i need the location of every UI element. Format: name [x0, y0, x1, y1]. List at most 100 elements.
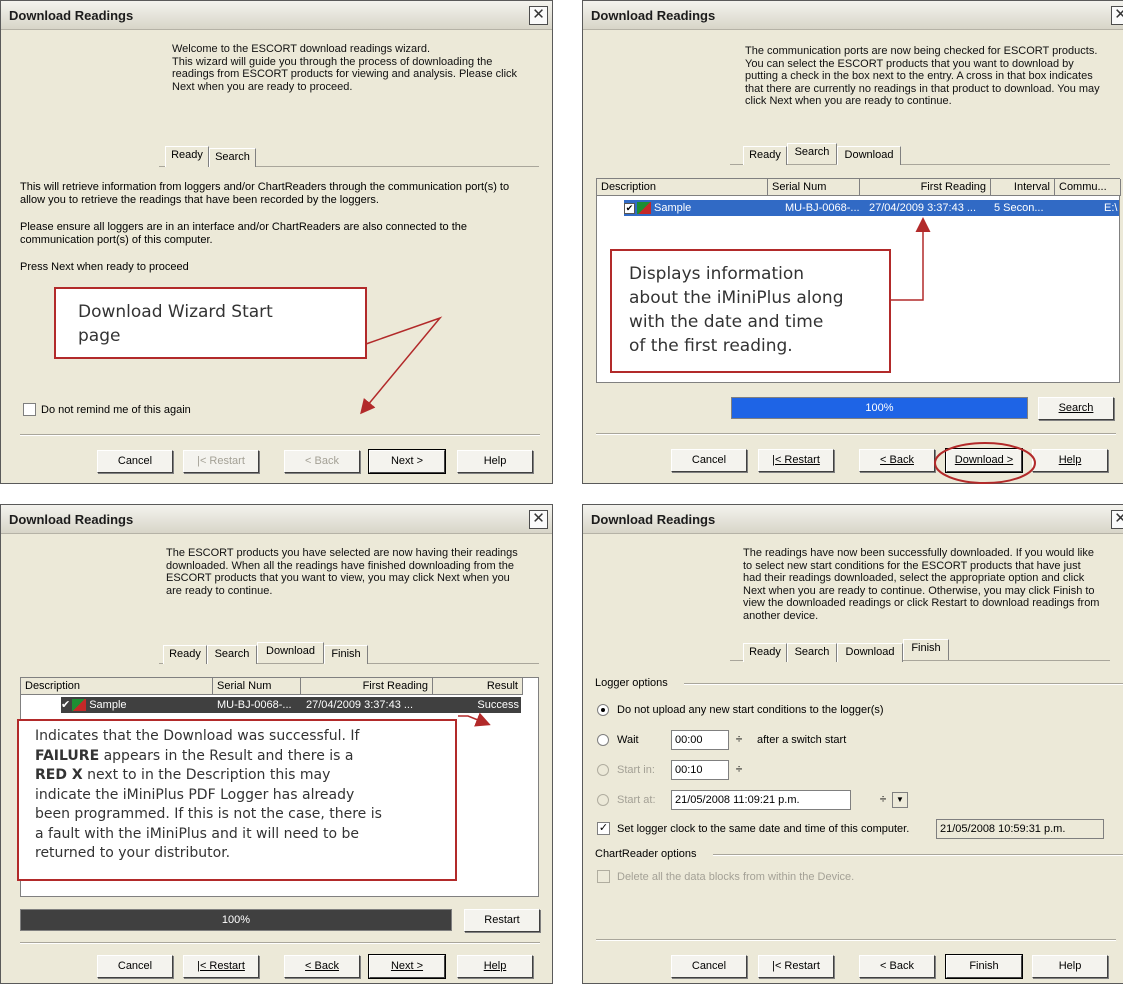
- callout-text: Indicates that the Download was successf…: [35, 727, 382, 864]
- intro-text: The readings have now been successfully …: [743, 547, 1100, 622]
- close-icon[interactable]: ✕: [1111, 6, 1123, 25]
- help-button[interactable]: Help: [457, 450, 533, 473]
- table-row[interactable]: ✔ Sample MU-BJ-0068-... 27/04/2009 3:37:4…: [61, 697, 521, 713]
- search-button[interactable]: Search: [1038, 397, 1114, 420]
- radio-no-upload[interactable]: [597, 704, 609, 716]
- tab-ready[interactable]: Ready: [163, 645, 207, 664]
- tab-finish[interactable]: Finish: [324, 645, 368, 664]
- tab-ready[interactable]: Ready: [743, 643, 787, 662]
- tab-finish[interactable]: Finish: [903, 639, 949, 660]
- logger-icon: [637, 202, 651, 215]
- start-at-input[interactable]: 21/05/2008 11:09:21 p.m.: [671, 790, 851, 810]
- tab-download[interactable]: Download: [837, 643, 903, 662]
- body-text-press-next: Press Next when ready to proceed: [20, 261, 189, 273]
- close-icon[interactable]: ✕: [1111, 510, 1123, 529]
- tab-ready[interactable]: Ready: [165, 146, 209, 167]
- tab-download[interactable]: Download: [837, 146, 901, 165]
- next-button[interactable]: Next >: [368, 954, 446, 979]
- col-first-reading[interactable]: First Reading: [301, 678, 433, 695]
- finish-button[interactable]: Finish: [945, 954, 1023, 979]
- row-description: Sample: [654, 202, 692, 214]
- col-description[interactable]: Description: [21, 678, 213, 695]
- callout-download-result: Indicates that the Download was successf…: [17, 719, 457, 881]
- callout-line: indicate the iMiniPlus PDF Logger has al…: [35, 786, 355, 803]
- cancel-button[interactable]: Cancel: [671, 449, 747, 472]
- radio-no-upload-label: Do not upload any new start conditions t…: [617, 704, 884, 716]
- radio-start-in[interactable]: [597, 764, 609, 776]
- download-label: Download >: [954, 454, 1014, 466]
- wizard-window-download: Download Readings ✕ The ESCORT products …: [0, 504, 553, 984]
- help-button[interactable]: Help: [1032, 955, 1108, 978]
- tab-search[interactable]: Search: [787, 643, 837, 662]
- back-button[interactable]: < Back: [859, 955, 935, 978]
- back-button[interactable]: < Back: [859, 449, 935, 472]
- radio-wait[interactable]: [597, 734, 609, 746]
- group-divider: [713, 854, 1123, 856]
- next-label: Next >: [390, 960, 424, 972]
- start-at-spinner[interactable]: ÷: [875, 792, 891, 808]
- table-row[interactable]: ✔ Sample MU-BJ-0068-... 27/04/2009 3:37:4…: [624, 200, 1119, 216]
- check-icon[interactable]: ✔: [624, 202, 635, 214]
- row-serial: MU-BJ-0068-...: [217, 699, 292, 711]
- progress-bar: 100%: [20, 909, 452, 931]
- close-icon[interactable]: ✕: [529, 510, 548, 529]
- callout-line-rest: appears in the Result and there is a: [99, 747, 354, 764]
- reminder-checkbox[interactable]: [23, 403, 36, 416]
- restart-button[interactable]: |< Restart: [183, 450, 259, 473]
- restart-button[interactable]: Restart: [464, 909, 540, 932]
- restart-label: |< Restart: [772, 454, 820, 466]
- tab-search[interactable]: Search: [207, 645, 257, 664]
- progress-label: 100%: [865, 402, 894, 414]
- col-comm[interactable]: Commu...: [1055, 179, 1121, 196]
- start-at-dropdown-icon[interactable]: ▼: [892, 792, 908, 808]
- col-first-reading[interactable]: First Reading: [860, 179, 991, 196]
- tab-download[interactable]: Download: [257, 642, 324, 663]
- progress-bar: 100%: [731, 397, 1028, 419]
- restart-button[interactable]: |< Restart: [758, 449, 834, 472]
- col-result[interactable]: Result: [433, 678, 523, 695]
- callout-line-rest: next to in the Description this may: [82, 767, 331, 783]
- callout-line: Indicates that the Download was successf…: [35, 728, 360, 744]
- tab-search[interactable]: Search: [209, 148, 256, 167]
- callout-text: Download Wizard Start page: [78, 302, 273, 346]
- divider: [596, 433, 1116, 435]
- start-in-spinner[interactable]: ÷: [731, 762, 747, 778]
- row-interval: 5 Secon...: [994, 202, 1044, 214]
- col-serial[interactable]: Serial Num: [768, 179, 860, 196]
- radio-start-at-label: Start at:: [617, 794, 656, 806]
- cancel-button[interactable]: Cancel: [97, 955, 173, 978]
- start-in-input[interactable]: 00:10: [671, 760, 729, 780]
- callout-line: a fault with the iMiniPlus and it will n…: [35, 825, 360, 842]
- progress-label: 100%: [221, 914, 251, 926]
- help-label: Help: [1058, 454, 1082, 466]
- delete-blocks-checkbox[interactable]: [597, 870, 610, 883]
- help-button[interactable]: Help: [457, 955, 533, 978]
- cancel-button[interactable]: Cancel: [97, 450, 173, 473]
- help-button[interactable]: Help: [1032, 449, 1108, 472]
- row-description: Sample: [89, 699, 127, 711]
- close-icon[interactable]: ✕: [529, 6, 548, 25]
- next-button[interactable]: Next >: [368, 449, 446, 474]
- wait-time-input[interactable]: 00:00: [671, 730, 729, 750]
- failure-emphasis: FAILURE: [35, 747, 100, 764]
- cancel-button[interactable]: Cancel: [671, 955, 747, 978]
- set-clock-checkbox[interactable]: ✓: [597, 822, 610, 835]
- back-button[interactable]: < Back: [284, 450, 360, 473]
- back-button[interactable]: < Back: [284, 955, 360, 978]
- wait-spinner[interactable]: ÷: [731, 732, 747, 748]
- col-serial[interactable]: Serial Num: [213, 678, 301, 695]
- radio-start-at[interactable]: [597, 794, 609, 806]
- restart-wizard-button[interactable]: |< Restart: [183, 955, 259, 978]
- tab-ready[interactable]: Ready: [743, 146, 787, 165]
- restart-button[interactable]: |< Restart: [758, 955, 834, 978]
- divider: [20, 434, 540, 436]
- back-label: < Back: [880, 454, 914, 466]
- callout-start-page: Download Wizard Start page: [54, 287, 367, 359]
- check-icon[interactable]: ✔: [61, 699, 70, 711]
- download-button[interactable]: Download >: [945, 448, 1023, 473]
- intro-text: Welcome to the ESCORT download readings …: [172, 43, 518, 93]
- tab-search[interactable]: Search: [787, 143, 837, 164]
- callout-line: been programmed. If this is not the case…: [35, 806, 382, 822]
- col-interval[interactable]: Interval: [991, 179, 1055, 196]
- col-description[interactable]: Description: [597, 179, 768, 196]
